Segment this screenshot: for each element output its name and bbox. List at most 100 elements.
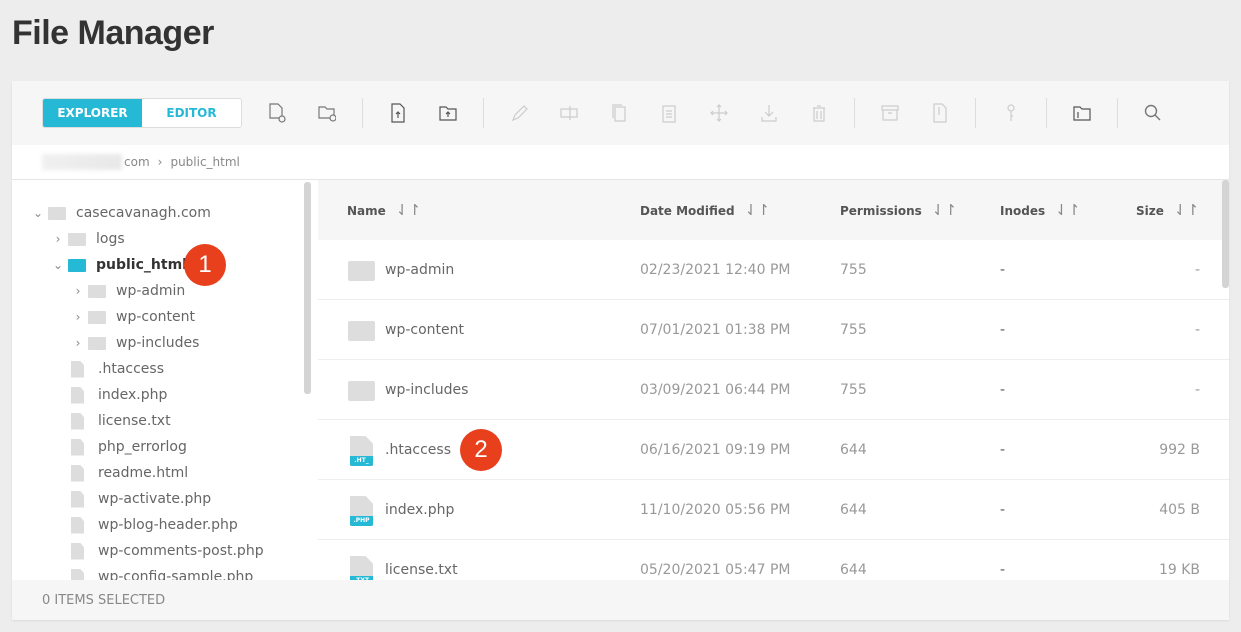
divider [1117,98,1118,128]
new-folder-button[interactable] [302,98,352,128]
file-inodes: - [1000,322,1005,338]
tree-item[interactable]: wp-comments-post.php [68,538,264,564]
file-row[interactable]: wp-content 07/01/2021 01:38 PM 755 - - [318,300,1229,360]
file-list: Name⇃↾ Date Modified⇃↾ Permissions⇃↾ Ino… [318,180,1229,580]
breadcrumb-separator: › [158,155,163,169]
copy-button[interactable] [594,98,644,128]
annotation-badge-2: 2 [460,429,502,471]
tree-item[interactable]: .htaccess [68,356,164,382]
tree-item[interactable]: ⌄casecavanagh.com [28,200,211,226]
move-icon [710,103,728,123]
tree-item[interactable]: license.txt [68,408,171,434]
file-inodes: - [1000,442,1005,458]
tree-item[interactable]: › logs [48,226,125,252]
file-name: license.txt [385,562,458,578]
divider [854,98,855,128]
file-icon [71,517,84,534]
explorer-tab[interactable]: EXPLORER [43,99,142,127]
trash-icon [810,103,828,123]
folder-icon [348,261,375,281]
file-row[interactable]: .HT_.htaccess 06/16/2021 09:19 PM 644 - … [318,420,1229,480]
upload-file-button[interactable] [373,98,423,128]
tree-item[interactable]: wp-config-sample.php [68,564,253,580]
file-icon [71,361,84,378]
folder-info-button[interactable] [1057,98,1107,128]
file-row[interactable]: .PHPindex.php 11/10/2020 05:56 PM 644 - … [318,480,1229,540]
folder-info-icon [1073,103,1091,123]
file-row[interactable]: .TXTlicense.txt 05/20/2021 05:47 PM 644 … [318,540,1229,580]
sort-icon: ⇃↾ [745,201,770,219]
tree-item[interactable]: readme.html [68,460,188,486]
file-date: 07/01/2021 01:38 PM [640,322,790,338]
new-file-icon [268,103,286,123]
file-permissions: 755 [840,382,867,398]
tree-scrollbar[interactable] [304,182,311,394]
new-folder-icon [318,103,336,123]
file-icon [71,569,84,581]
file-row[interactable]: wp-admin 02/23/2021 12:40 PM 755 - - [318,240,1229,300]
tree-item-label: php_errorlog [98,439,187,455]
divider [1046,98,1047,128]
sort-icon: ⇃↾ [1174,201,1199,219]
download-button[interactable] [744,98,794,128]
chevron-icon[interactable]: › [68,310,88,324]
page-title: File Manager [12,14,214,53]
move-button[interactable] [694,98,744,128]
extract-button[interactable] [915,98,965,128]
breadcrumb-folder[interactable]: public_html [170,155,239,169]
paste-button[interactable] [644,98,694,128]
folder-tree: ⌄casecavanagh.com › logs ⌄public_html›wp-ad… [12,180,312,580]
tree-item-label: index.php [98,387,167,403]
tree-item[interactable]: wp-blog-header.php [68,512,238,538]
file-list-scrollbar[interactable] [1222,180,1229,288]
file-size: - [1195,382,1200,398]
file-date: 11/10/2020 05:56 PM [640,502,790,518]
file-size: 992 B [1159,442,1200,458]
editor-tab[interactable]: EDITOR [142,99,241,127]
upload-folder-button[interactable] [423,98,473,128]
chevron-icon[interactable]: › [48,232,68,246]
column-inodes[interactable]: Inodes⇃↾ [1000,201,1080,219]
column-name[interactable]: Name⇃↾ [347,201,421,219]
file-permissions: 755 [840,262,867,278]
archive-button[interactable] [865,98,915,128]
file-permissions: 644 [840,502,867,518]
column-size[interactable]: Size⇃↾ [1136,201,1199,219]
file-size: 405 B [1159,502,1200,518]
breadcrumb-domain[interactable]: com [124,155,150,169]
file-permissions: 755 [840,322,867,338]
chevron-icon[interactable]: ⌄ [28,206,48,220]
file-name: .htaccess [385,442,451,458]
tree-item[interactable]: ⌄public_html [48,252,187,278]
file-icon [71,543,84,560]
column-date[interactable]: Date Modified⇃↾ [640,201,770,219]
tree-item[interactable]: ›wp-includes [68,330,199,356]
rename-button[interactable] [494,98,544,128]
new-file-button[interactable] [252,98,302,128]
chevron-icon[interactable]: › [68,284,88,298]
search-button[interactable] [1128,98,1178,128]
tree-item[interactable]: ›wp-admin [68,278,185,304]
chevron-icon[interactable]: › [68,336,88,350]
file-icon [71,387,84,404]
folder-icon [348,321,375,341]
permissions-button[interactable] [986,98,1036,128]
file-inodes: - [1000,502,1005,518]
file-date: 05/20/2021 05:47 PM [640,562,790,578]
edit-button[interactable] [544,98,594,128]
tree-item[interactable]: ›wp-content [68,304,195,330]
tree-item[interactable]: index.php [68,382,167,408]
column-permissions[interactable]: Permissions⇃↾ [840,201,957,219]
file-name: wp-includes [385,382,468,398]
tree-item[interactable]: wp-activate.php [68,486,211,512]
file-permissions: 644 [840,562,867,578]
tree-item-label: wp-blog-header.php [98,517,238,533]
file-permissions: 644 [840,442,867,458]
file-row[interactable]: wp-includes 03/09/2021 06:44 PM 755 - - [318,360,1229,420]
folder-icon [88,311,106,324]
file-icon [71,413,84,430]
tree-item-label: logs [96,231,125,247]
tree-item[interactable]: php_errorlog [68,434,187,460]
delete-button[interactable] [794,98,844,128]
chevron-icon[interactable]: ⌄ [48,258,68,272]
